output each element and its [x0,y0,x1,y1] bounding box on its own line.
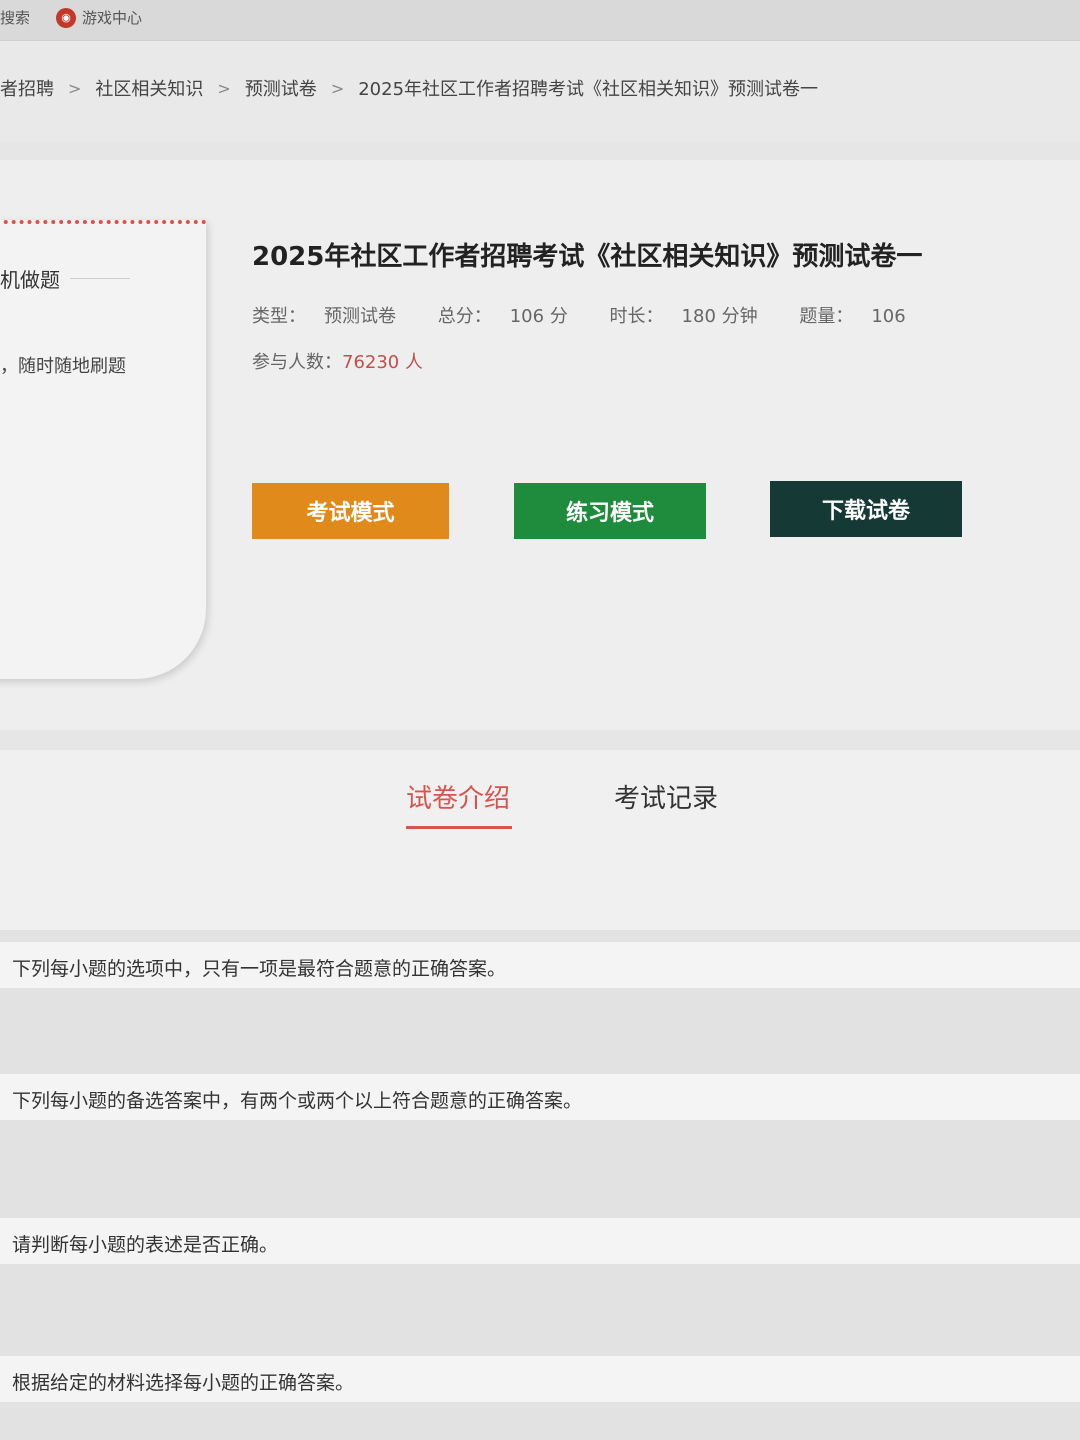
search-link[interactable]: 搜索 [0,7,30,28]
section-description: 请判断每小题的表述是否正确。 [12,1234,279,1256]
exam-count: 题量： 106 [799,306,923,327]
tab-paper-intro[interactable]: 试卷介绍 [406,778,510,815]
exam-mode-button[interactable]: 考试模式 [252,483,449,539]
section-description: 下列每小题的选项中，只有一项是最符合题意的正确答案。 [12,958,507,980]
breadcrumb-bar: 者招聘 > 社区相关知识 > 预测试卷 > 2025年社区工作者招聘考试《社区相… [0,41,1080,141]
breadcrumb-item-current: 2025年社区工作者招聘考试《社区相关知识》预测试卷一 [358,79,819,100]
exam-info-panel: 机做题 ，随时随地刷题 2025年社区工作者招聘考试《社区相关知识》预测试卷一 … [0,160,1080,730]
participants-label: 参与人数： [252,352,342,373]
exam-duration-label: 时长： [609,306,664,327]
participants-value: 76230 人 [342,352,423,373]
game-center-link[interactable]: ◉ 游戏中心 [56,7,142,28]
promo-line-1: 机做题 [0,268,60,292]
section-row-multiple-choice: 下列每小题的备选答案中，有两个或两个以上符合题意的正确答案。 [0,1074,1080,1120]
section-row-material: 根据给定的材料选择每小题的正确答案。 [0,1356,1080,1402]
breadcrumb: 者招聘 > 社区相关知识 > 预测试卷 > 2025年社区工作者招聘考试《社区相… [0,75,818,101]
exam-duration-value: 180 分钟 [681,306,758,327]
section-row-true-false: 请判断每小题的表述是否正确。 [0,1218,1080,1264]
exam-type-label: 类型： [252,306,306,327]
game-center-icon: ◉ [56,7,76,28]
exam-score-value: 106 分 [509,306,568,327]
section-gap [0,930,1080,942]
exam-type-value: 预测试卷 [324,306,396,327]
promo-line-2: ，随时随地刷题 [0,356,126,377]
exam-count-label: 题量： [799,306,854,327]
practice-mode-button[interactable]: 练习模式 [514,483,706,539]
section-gap [0,1120,1080,1218]
promo-divider [70,278,130,279]
section-gap [0,1402,1080,1440]
exam-title: 2025年社区工作者招聘考试《社区相关知识》预测试卷一 [252,242,923,272]
breadcrumb-item-recruit[interactable]: 者招聘 [0,75,54,101]
breadcrumb-item-papers[interactable]: 预测试卷 [245,75,317,101]
breadcrumb-separator: > [217,78,231,98]
active-tab-indicator [406,826,512,829]
game-center-label: 游戏中心 [82,9,143,27]
top-bar: 搜索 ◉ 游戏中心 [0,0,1080,41]
section-description: 根据给定的材料选择每小题的正确答案。 [12,1372,355,1394]
breadcrumb-separator: > [68,78,82,98]
exam-participants: 参与人数：76230 人 [252,348,423,374]
exam-count-value: 106 [871,306,906,327]
breadcrumb-item-knowledge[interactable]: 社区相关知识 [95,75,203,101]
breadcrumb-separator: > [330,78,345,98]
download-paper-button[interactable]: 下载试卷 [770,481,962,537]
exam-duration: 时长： 180 分钟 [610,306,776,327]
exam-score-label: 总分： [437,306,492,327]
section-gap [0,1264,1080,1356]
exam-type: 类型： 预测试卷 [252,306,414,327]
section-description: 下列每小题的备选答案中，有两个或两个以上符合题意的正确答案。 [12,1090,583,1112]
section-gap [0,988,1080,1074]
app-promo-card: 机做题 ，随时随地刷题 [0,220,206,679]
tab-exam-record[interactable]: 考试记录 [614,778,718,815]
exam-meta: 类型： 预测试卷 总分： 106 分 时长： 180 分钟 题量： 106 [252,302,942,328]
exam-score: 总分： 106 分 [438,306,586,327]
tabs-bar: 试卷介绍 考试记录 [0,750,1080,930]
section-row-single-choice: 下列每小题的选项中，只有一项是最符合题意的正确答案。 [0,942,1080,988]
